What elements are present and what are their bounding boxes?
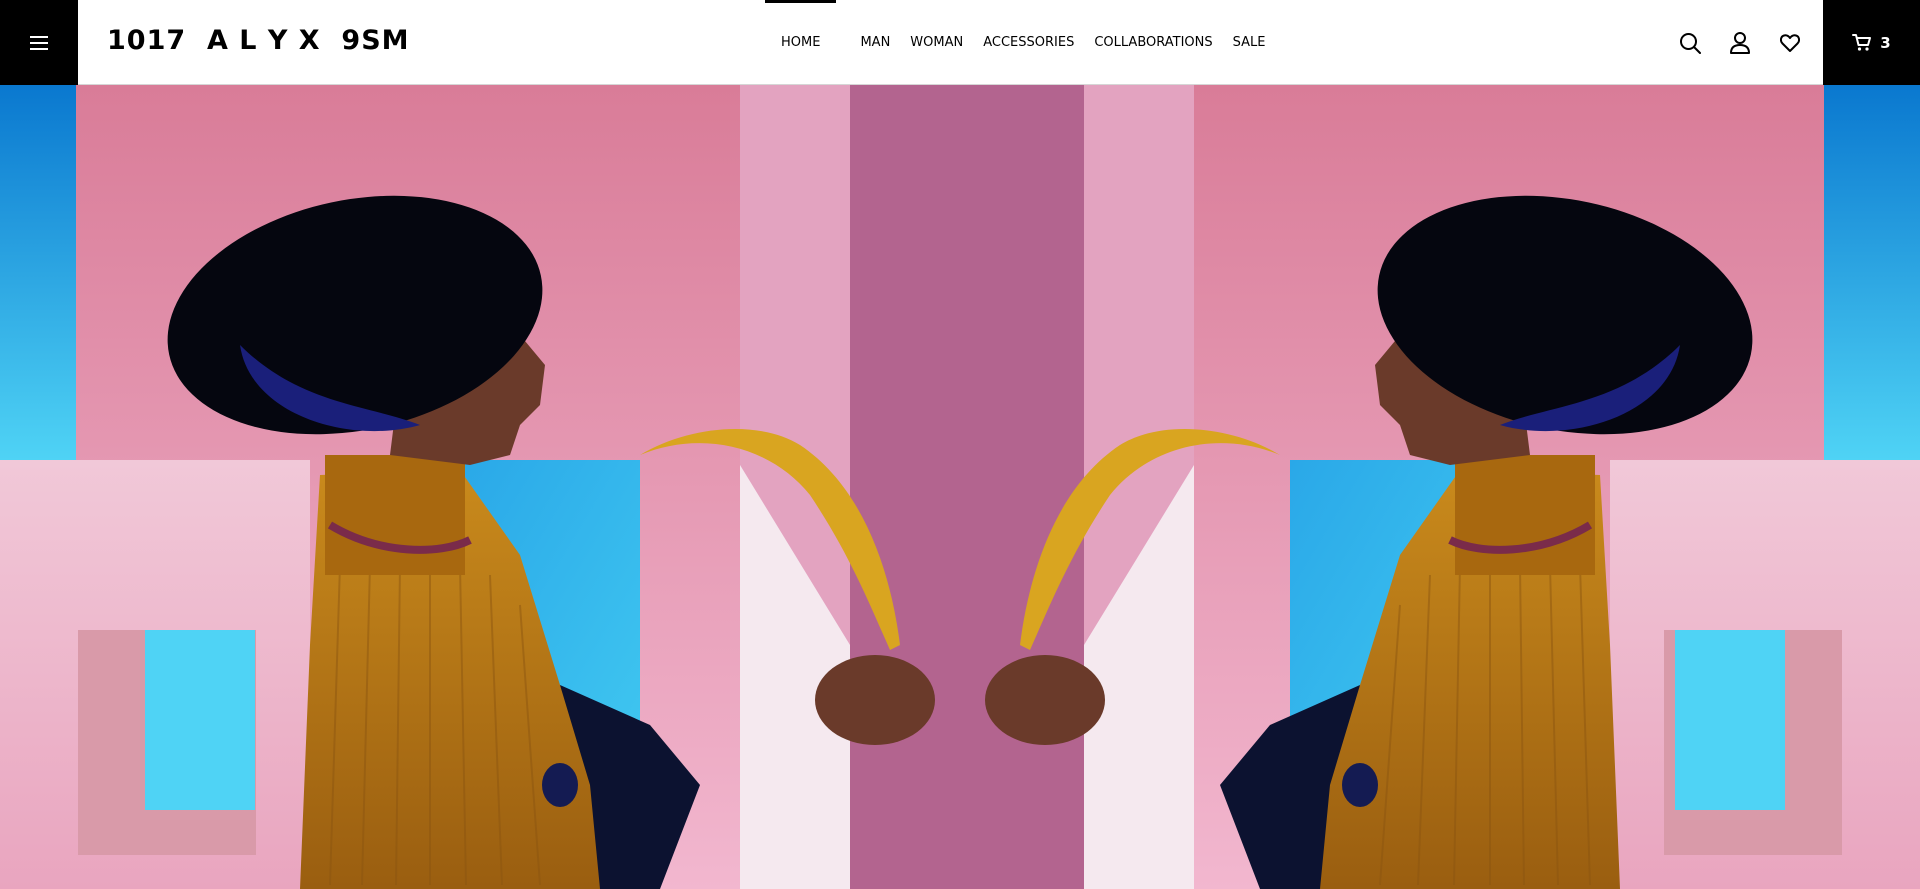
brand-logo[interactable]: 1017 A L Y X 9SM xyxy=(107,25,410,56)
hero-banner[interactable] xyxy=(0,85,1920,889)
nav-item-sale[interactable]: SALE xyxy=(1223,0,1276,85)
nav-item-man[interactable]: MAN xyxy=(850,0,900,85)
hamburger-menu-icon xyxy=(30,35,48,50)
main-nav: HOME MAN WOMAN ACCESSORIES COLLABORATION… xyxy=(765,0,1275,85)
user-icon xyxy=(1730,31,1750,54)
nav-item-accessories[interactable]: ACCESSORIES xyxy=(973,0,1084,85)
cart-icon xyxy=(1852,33,1872,51)
site-header: 1017 A L Y X 9SM HOME MAN WOMAN ACCESSOR… xyxy=(0,0,1920,85)
cart-count: 3 xyxy=(1880,33,1891,52)
heart-icon xyxy=(1780,33,1800,52)
nav-item-home[interactable]: HOME xyxy=(765,0,837,85)
wishlist-button[interactable] xyxy=(1778,31,1802,55)
header-actions xyxy=(1678,0,1802,85)
search-button[interactable] xyxy=(1678,31,1702,55)
cart-button[interactable]: 3 xyxy=(1823,0,1920,85)
hero-image xyxy=(0,85,1920,889)
nav-item-collaborations[interactable]: COLLABORATIONS xyxy=(1084,0,1222,85)
account-button[interactable] xyxy=(1728,31,1752,55)
search-icon xyxy=(1680,32,1701,54)
nav-item-woman[interactable]: WOMAN xyxy=(900,0,973,85)
menu-button[interactable] xyxy=(0,0,78,85)
